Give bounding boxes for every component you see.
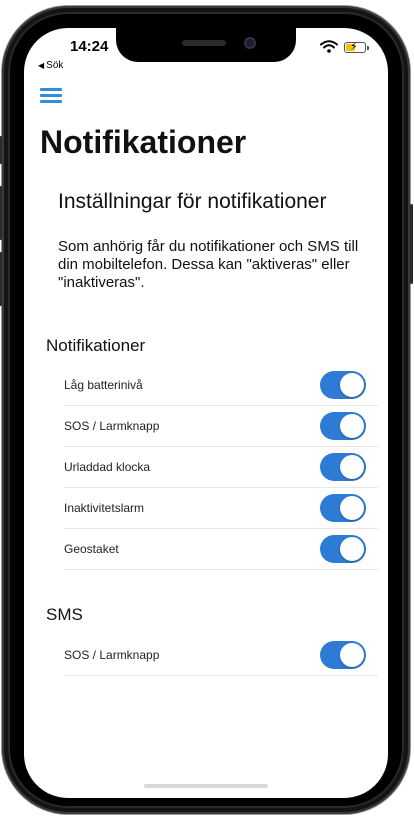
setting-label: SOS / Larmknapp	[64, 648, 160, 662]
home-indicator	[144, 784, 268, 788]
battery-icon: ⚡	[344, 41, 369, 53]
toggle-geofence[interactable]	[320, 535, 366, 563]
setting-row-discharged-watch: Urladdad klocka	[64, 447, 378, 488]
notifications-group-title: Notifikationer	[46, 336, 146, 355]
mute-switch	[0, 136, 2, 164]
toggle-knob	[340, 455, 364, 479]
setting-row-inactivity-alarm: Inaktivitetslarm	[64, 488, 378, 529]
toggle-knob	[340, 496, 364, 520]
volume-down-button	[0, 252, 2, 306]
phone-frame: 14:24 ◀ Sök ⚡ Notifikationer Inställninga…	[0, 6, 413, 814]
toggle-knob	[340, 537, 364, 561]
setting-row-low-battery: Låg batterinivå	[64, 365, 378, 406]
toggle-sms-sos-alarm[interactable]	[320, 641, 366, 669]
page-title: Notifikationer	[40, 124, 247, 160]
setting-row-sms-sos-alarm: SOS / Larmknapp	[64, 635, 378, 676]
sms-group-title: SMS	[46, 605, 83, 624]
speaker-grille	[182, 40, 226, 46]
setting-row-geofence: Geostaket	[64, 529, 378, 570]
toggle-knob	[340, 414, 364, 438]
setting-label: Urladdad klocka	[64, 460, 151, 474]
screen: 14:24 ◀ Sök ⚡ Notifikationer Inställninga…	[24, 28, 388, 798]
hamburger-menu-icon[interactable]	[40, 88, 62, 104]
back-to-search-link[interactable]: ◀ Sök	[38, 60, 63, 71]
back-triangle-icon: ◀	[38, 61, 45, 70]
setting-row-sos-alarm: SOS / Larmknapp	[64, 406, 378, 447]
intro-text: Som anhörig får du notifikationer och SM…	[58, 238, 359, 291]
toggle-sos-alarm[interactable]	[320, 412, 366, 440]
charging-bolt-icon: ⚡	[350, 41, 358, 53]
wifi-icon	[320, 40, 338, 53]
back-label: Sök	[46, 60, 64, 71]
setting-label: Inaktivitetslarm	[64, 501, 145, 515]
toggle-discharged-watch[interactable]	[320, 453, 366, 481]
notch	[116, 28, 296, 62]
volume-up-button	[0, 186, 2, 240]
setting-label: Geostaket	[64, 542, 119, 556]
toggle-inactivity-alarm[interactable]	[320, 494, 366, 522]
toggle-knob	[340, 643, 364, 667]
power-button	[410, 204, 413, 284]
front-camera	[244, 37, 256, 49]
toggle-knob	[340, 373, 364, 397]
toggle-low-battery[interactable]	[320, 371, 366, 399]
settings-heading: Inställningar för notifikationer	[58, 190, 327, 213]
status-time: 14:24	[70, 38, 109, 55]
setting-label: SOS / Larmknapp	[64, 419, 160, 433]
setting-label: Låg batterinivå	[64, 378, 143, 392]
